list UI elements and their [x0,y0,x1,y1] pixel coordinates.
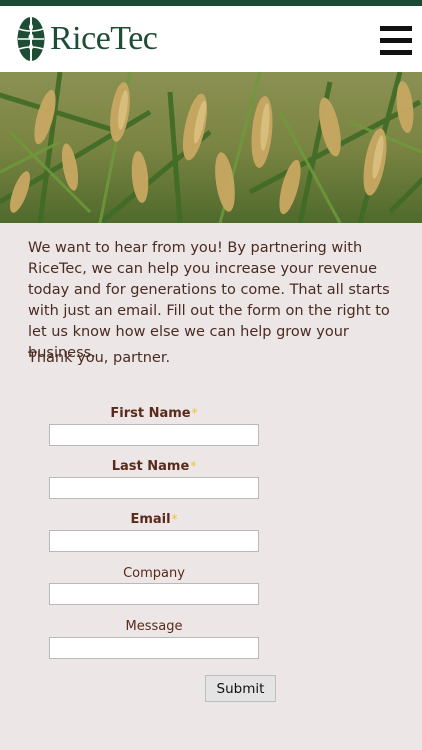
submit-button[interactable]: Submit [205,675,276,702]
intro-paragraph: We want to hear from you! By partnering … [28,238,400,364]
intro-text: We want to hear from you! By partnering … [28,240,390,361]
message-label: Message [125,619,183,634]
email-input[interactable] [49,530,259,552]
required-star: * [171,512,178,526]
rice-field-hero-image [0,72,422,223]
required-star: * [191,406,198,420]
last-name-label: Last Name* [49,459,259,474]
hamburger-menu-icon[interactable] [380,26,412,60]
company-input[interactable] [49,583,259,605]
required-star: * [190,459,197,473]
first-name-input[interactable] [49,424,259,446]
last-name-label-text: Last Name [111,459,190,474]
first-name-label-text: First Name [110,406,191,421]
email-label: Email* [49,512,259,527]
first-name-label: First Name* [49,406,259,421]
thanks-text: Thank you, partner. [28,350,171,366]
site-header: RiceTec [0,6,422,72]
company-label: Company [123,566,185,581]
ricetec-logo[interactable]: RiceTec [16,14,158,64]
brand-wordmark: RiceTec [50,20,158,57]
globe-logo-icon [17,17,45,61]
email-label-text: Email [130,512,171,527]
message-input[interactable] [49,637,259,659]
last-name-input[interactable] [49,477,259,499]
